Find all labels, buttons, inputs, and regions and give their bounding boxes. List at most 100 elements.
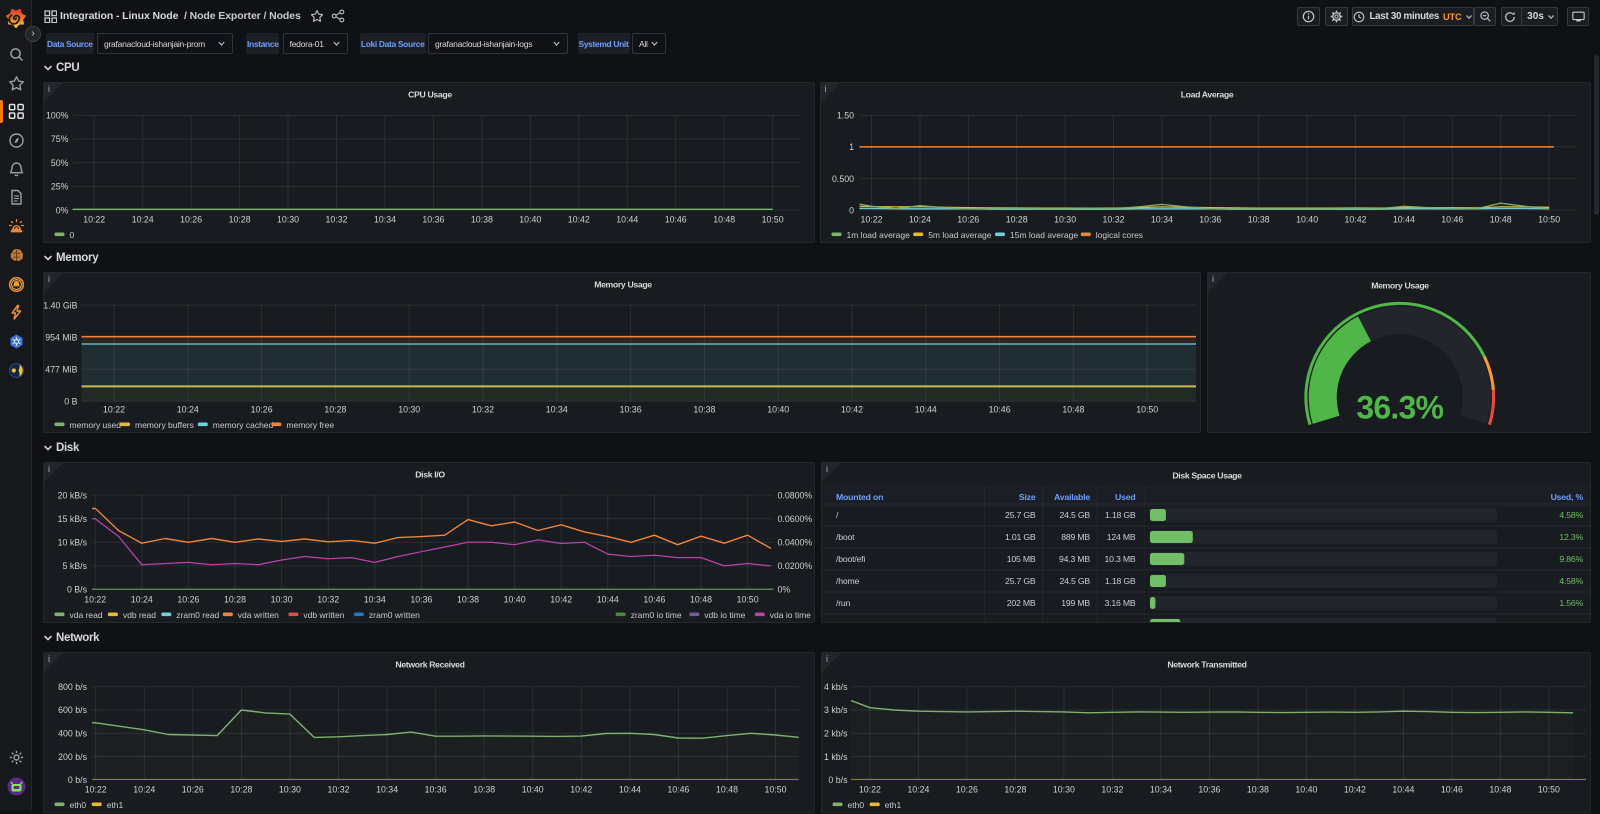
svg-text:0: 0	[849, 205, 854, 215]
svg-text:5 kB/s: 5 kB/s	[63, 561, 88, 571]
svg-text:20 kB/s: 20 kB/s	[58, 490, 88, 500]
svg-text:memory used: memory used	[70, 419, 122, 429]
svg-text:/tmp: /tmp	[836, 620, 852, 623]
svg-text:10:36: 10:36	[425, 784, 447, 794]
svg-text:10:46: 10:46	[1441, 784, 1463, 794]
svg-text:1m load average: 1m load average	[846, 229, 910, 239]
svg-text:100%: 100%	[46, 110, 69, 120]
svg-text:10:50: 10:50	[762, 214, 784, 224]
svg-text:eth1: eth1	[107, 799, 124, 809]
svg-text:505 MB: 505 MB	[1007, 620, 1036, 623]
svg-text:Network Received: Network Received	[395, 659, 464, 669]
svg-text:400 b/s: 400 b/s	[58, 728, 87, 738]
svg-text:10:36: 10:36	[1198, 784, 1220, 794]
svg-text:10:26: 10:26	[177, 594, 199, 604]
svg-text:10:34: 10:34	[364, 594, 386, 604]
svg-text:10:48: 10:48	[716, 784, 738, 794]
svg-text:/boot: /boot	[836, 532, 855, 542]
svg-text:10:32: 10:32	[327, 784, 349, 794]
svg-text:36.3%: 36.3%	[1356, 389, 1443, 425]
svg-text:10:34: 10:34	[376, 784, 398, 794]
svg-text:202 MB: 202 MB	[1007, 598, 1036, 608]
svg-text:10:40: 10:40	[767, 404, 789, 414]
svg-text:10:22: 10:22	[83, 214, 105, 224]
svg-text:10:24: 10:24	[132, 214, 154, 224]
svg-text:vda written: vda written	[238, 609, 279, 619]
svg-text:10:22: 10:22	[103, 404, 125, 414]
svg-text:10:48: 10:48	[1489, 214, 1511, 224]
svg-text:10:34: 10:34	[546, 404, 568, 414]
svg-text:10:38: 10:38	[457, 594, 479, 604]
svg-text:954 MiB: 954 MiB	[45, 332, 77, 342]
svg-text:vdb io time: vdb io time	[704, 609, 745, 619]
svg-text:12.3%: 12.3%	[1559, 532, 1583, 542]
svg-text:10:50: 10:50	[1538, 214, 1560, 224]
svg-text:zram0 read: zram0 read	[176, 609, 219, 619]
svg-text:10:30: 10:30	[277, 214, 299, 224]
svg-text:75%: 75%	[51, 134, 69, 144]
svg-text:10:44: 10:44	[1392, 784, 1414, 794]
svg-text:10:30: 10:30	[1053, 784, 1075, 794]
svg-text:10:44: 10:44	[619, 784, 641, 794]
svg-text:105 MB: 105 MB	[1007, 554, 1036, 564]
svg-text:Used: Used	[1115, 492, 1135, 502]
svg-text:94.3 MB: 94.3 MB	[1059, 554, 1090, 564]
svg-text:10:26: 10:26	[182, 784, 204, 794]
svg-text:10:34: 10:34	[1150, 784, 1172, 794]
svg-text:1.56%: 1.56%	[1559, 598, 1583, 608]
svg-text:1.18 GB: 1.18 GB	[1105, 510, 1136, 520]
svg-text:10:46: 10:46	[665, 214, 687, 224]
svg-text:0%: 0%	[56, 205, 69, 215]
svg-text:10:42: 10:42	[550, 594, 572, 604]
svg-text:10:50: 10:50	[737, 594, 759, 604]
svg-text:10:42: 10:42	[568, 214, 590, 224]
svg-text:889 MB: 889 MB	[1061, 532, 1090, 542]
svg-text:10:32: 10:32	[1101, 784, 1123, 794]
svg-text:10:30: 10:30	[271, 594, 293, 604]
svg-text:0.500: 0.500	[831, 173, 853, 183]
svg-text:10:22: 10:22	[860, 214, 882, 224]
svg-text:124 MB: 124 MB	[1107, 532, 1136, 542]
svg-text:10:40: 10:40	[519, 214, 541, 224]
svg-text:15m load average: 15m load average	[1010, 229, 1078, 239]
svg-text:10:32: 10:32	[1102, 214, 1124, 224]
svg-text:10:42: 10:42	[1344, 784, 1366, 794]
svg-text:Memory Usage: Memory Usage	[594, 279, 652, 289]
svg-text:10:44: 10:44	[597, 594, 619, 604]
svg-text:0: 0	[70, 229, 75, 239]
svg-text:199 MB: 199 MB	[1061, 598, 1090, 608]
svg-text:10:30: 10:30	[398, 404, 420, 414]
svg-text:10.3 MB: 10.3 MB	[1105, 554, 1136, 564]
svg-text:/run: /run	[836, 598, 851, 608]
svg-text:10:40: 10:40	[522, 784, 544, 794]
svg-text:10:24: 10:24	[908, 214, 930, 224]
svg-text:10:36: 10:36	[620, 404, 642, 414]
svg-text:10:42: 10:42	[1344, 214, 1366, 224]
svg-text:10:22: 10:22	[859, 784, 881, 794]
svg-text:vdb read: vdb read	[123, 609, 156, 619]
svg-text:10:50: 10:50	[1538, 784, 1560, 794]
svg-text:10:24: 10:24	[177, 404, 199, 414]
svg-text:zram0 written: zram0 written	[369, 609, 420, 619]
svg-text:0.0200%: 0.0200%	[778, 561, 813, 571]
svg-text:/: /	[836, 510, 839, 520]
svg-text:logical cores: logical cores	[1095, 229, 1142, 239]
svg-text:44.0 MB: 44.0 MB	[1105, 620, 1136, 623]
svg-text:10:26: 10:26	[251, 404, 273, 414]
svg-text:10:46: 10:46	[643, 594, 665, 604]
svg-text:10:38: 10:38	[473, 784, 495, 794]
svg-text:eth1: eth1	[885, 799, 902, 809]
svg-text:10:48: 10:48	[690, 594, 712, 604]
svg-text:10:48: 10:48	[713, 214, 735, 224]
svg-text:memory buffers: memory buffers	[135, 419, 194, 429]
svg-text:eth0: eth0	[70, 799, 87, 809]
svg-text:0.0400%: 0.0400%	[778, 537, 813, 547]
svg-text:800 b/s: 800 b/s	[58, 681, 87, 691]
svg-text:memory free: memory free	[286, 419, 334, 429]
svg-text:1.40 GiB: 1.40 GiB	[44, 300, 78, 310]
svg-text:10:24: 10:24	[131, 594, 153, 604]
svg-text:10:24: 10:24	[907, 784, 929, 794]
svg-text:3 kb/s: 3 kb/s	[824, 705, 848, 715]
svg-text:10:42: 10:42	[841, 404, 863, 414]
svg-text:10:32: 10:32	[317, 594, 339, 604]
